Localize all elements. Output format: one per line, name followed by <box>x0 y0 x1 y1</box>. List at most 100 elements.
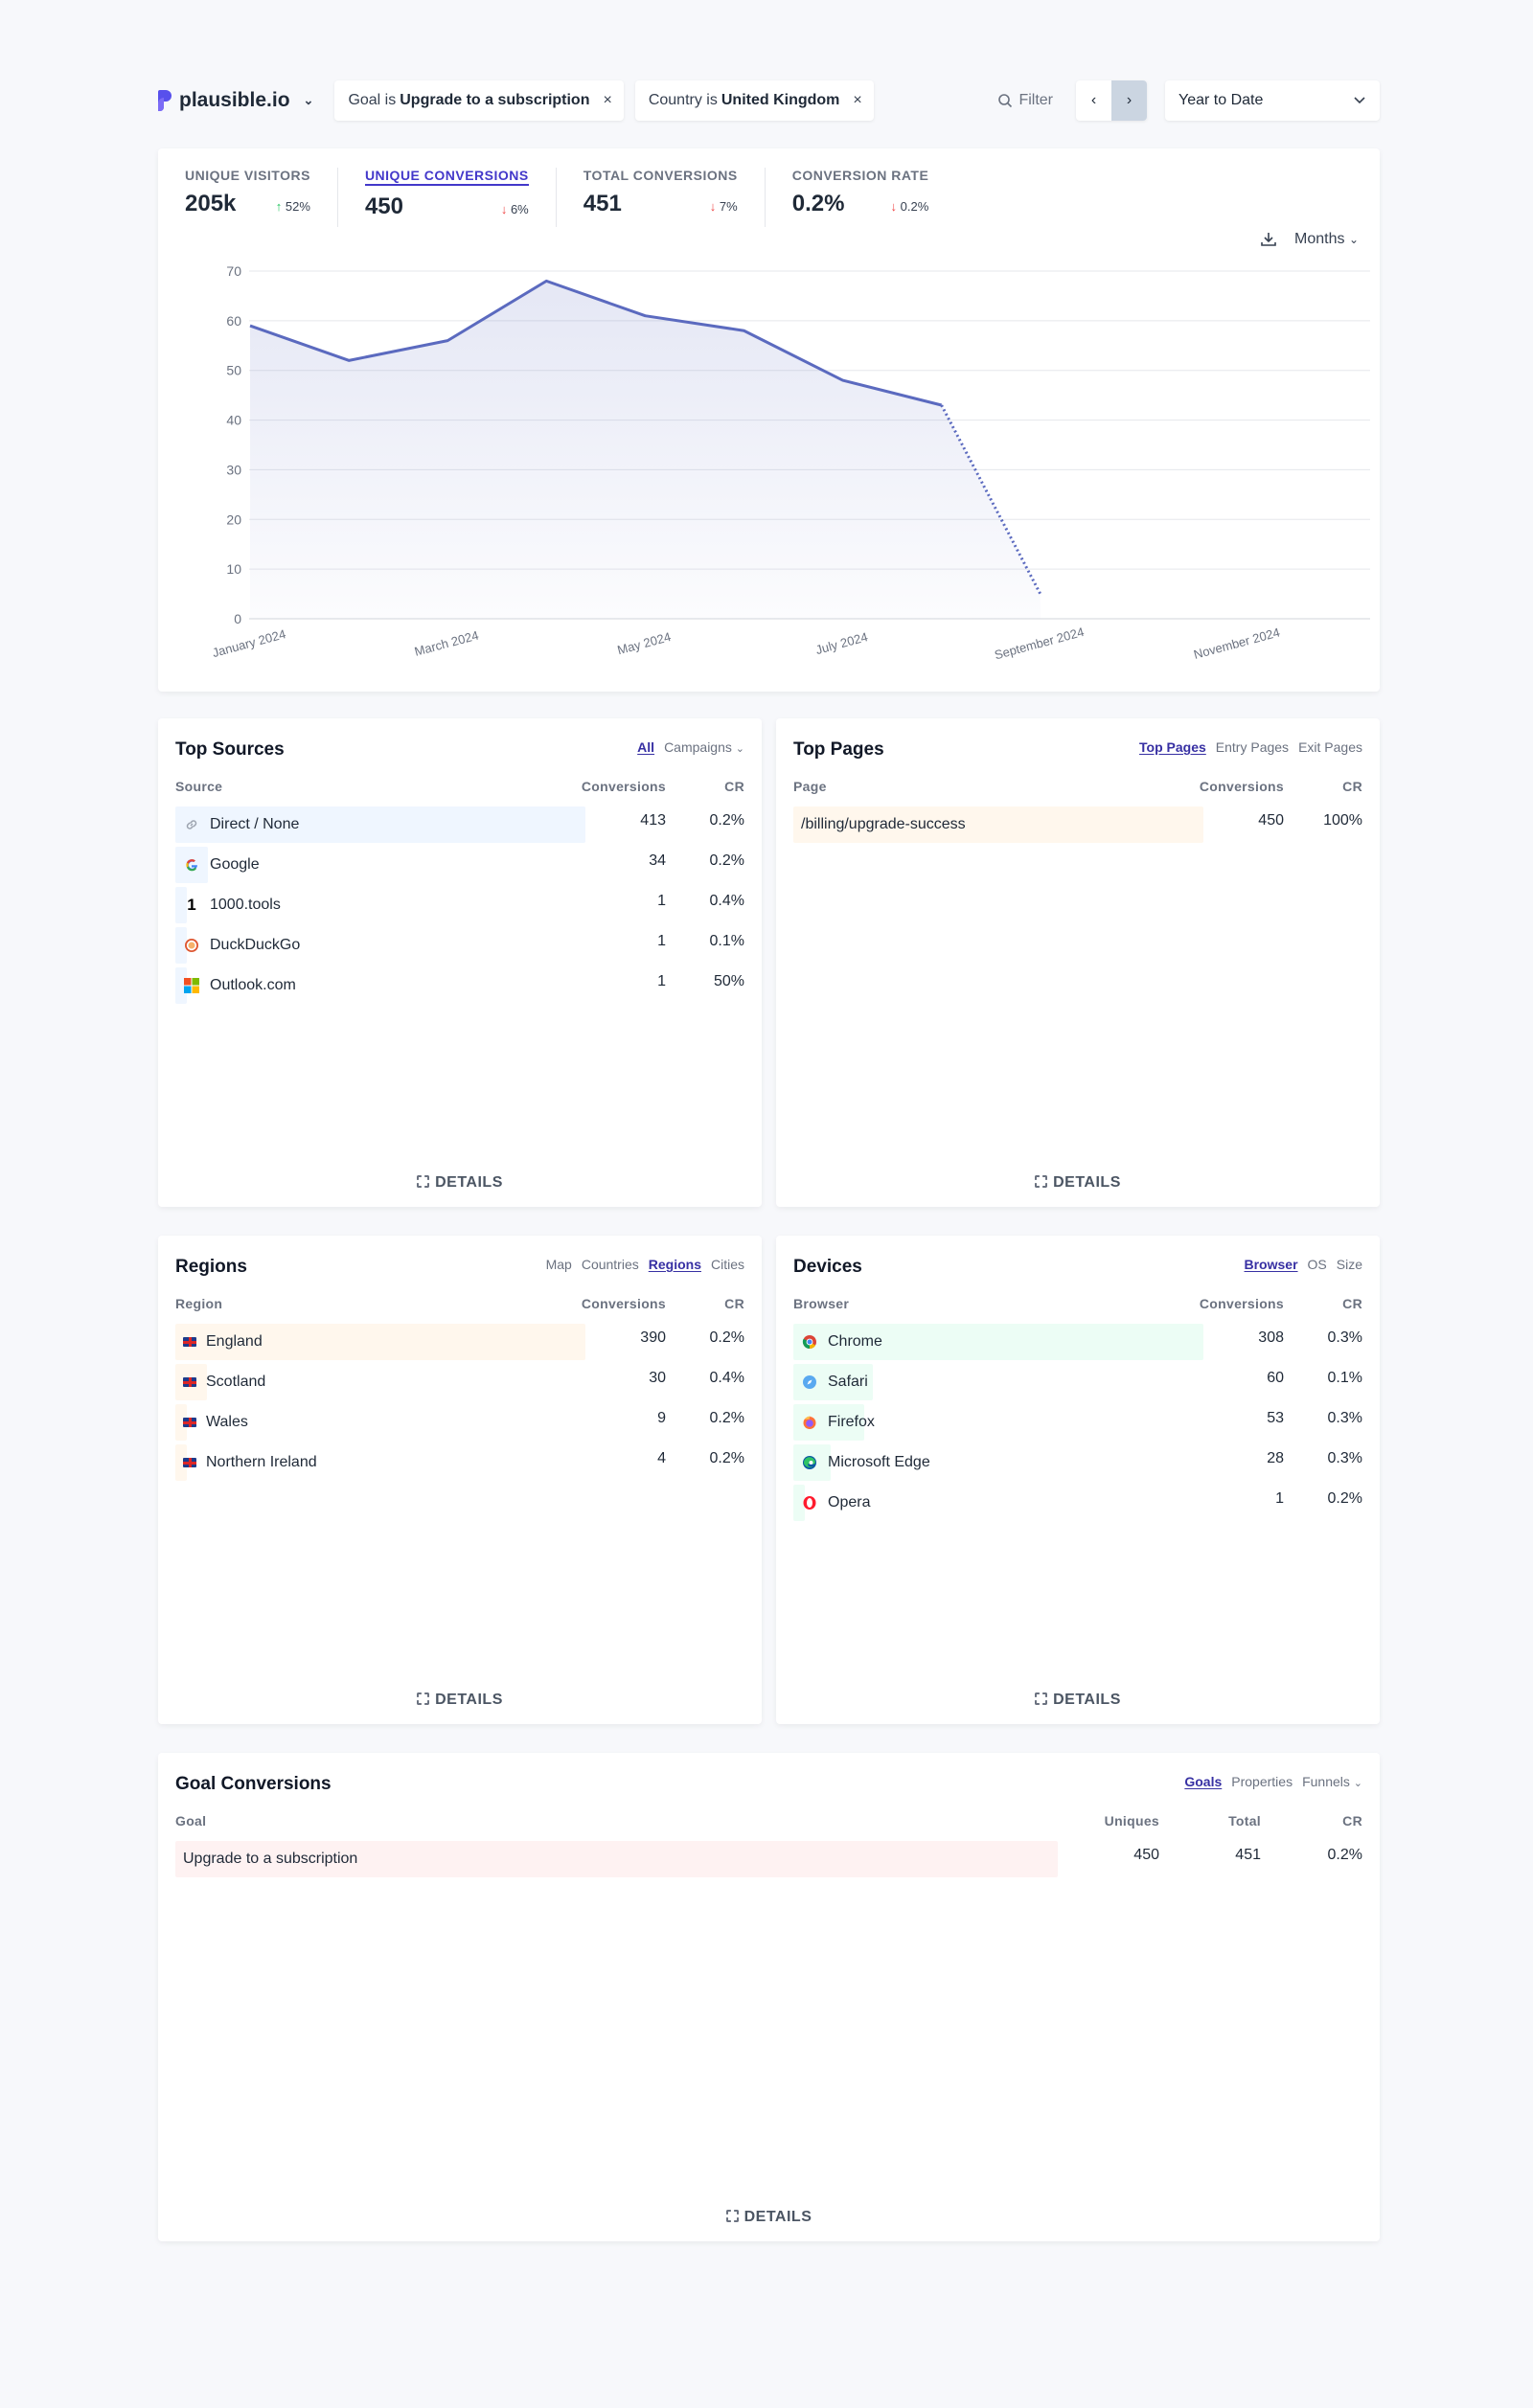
arrow-down-icon: ↓ <box>709 199 717 214</box>
details-button[interactable]: DETAILS <box>776 1174 1380 1192</box>
stat-conversion-rate[interactable]: CONVERSION RATE 0.2% ↓ 0.2% <box>792 168 956 227</box>
tab-all[interactable]: All <box>637 739 654 755</box>
tab-os[interactable]: OS <box>1308 1257 1327 1272</box>
column-header[interactable]: CR <box>666 1296 744 1311</box>
list-item[interactable]: Northern Ireland 4 0.2% <box>175 1443 744 1483</box>
item-name[interactable]: England <box>175 1333 561 1351</box>
list-item[interactable]: /billing/upgrade-success 450 100% <box>793 805 1362 845</box>
item-name[interactable]: Northern Ireland <box>175 1454 561 1471</box>
column-header[interactable]: Conversions <box>1178 1296 1284 1311</box>
close-icon[interactable]: × <box>853 92 861 109</box>
details-button[interactable]: DETAILS <box>158 1174 762 1192</box>
tab-size[interactable]: Size <box>1337 1257 1362 1272</box>
column-header[interactable]: Conversions <box>1178 779 1284 794</box>
column-header[interactable]: CR <box>666 779 744 794</box>
column-header[interactable]: Uniques <box>1064 1813 1159 1829</box>
filter-prefix: Goal is <box>348 92 397 108</box>
filter-button[interactable]: Filter <box>997 92 1053 109</box>
list-item[interactable]: Outlook.com 1 50% <box>175 965 744 1006</box>
item-name[interactable]: Chrome <box>793 1333 1178 1351</box>
list-item[interactable]: Chrome 308 0.3% <box>793 1322 1362 1362</box>
list-item[interactable]: Upgrade to a subscription 450 451 0.2% <box>175 1839 1362 1879</box>
item-label: Microsoft Edge <box>828 1454 930 1470</box>
tab-countries[interactable]: Countries <box>582 1257 639 1272</box>
next-period-button[interactable]: › <box>1111 80 1147 121</box>
details-button[interactable]: DETAILS <box>158 1692 762 1709</box>
item-name[interactable]: DuckDuckGo <box>175 937 561 954</box>
close-icon[interactable]: × <box>603 92 611 109</box>
item-name[interactable]: Direct / None <box>175 816 561 833</box>
tab-properties[interactable]: Properties <box>1231 1774 1293 1789</box>
item-name[interactable]: Firefox <box>793 1414 1178 1431</box>
chevron-down-icon: ⌄ <box>1348 233 1359 246</box>
item-name[interactable]: Google <box>175 856 561 874</box>
maximize-icon <box>417 1175 430 1188</box>
column-header[interactable]: Conversions <box>561 779 666 794</box>
stat-total-conversions[interactable]: TOTAL CONVERSIONS 451 ↓ 7% <box>583 168 766 227</box>
list-item[interactable]: Opera 1 0.2% <box>793 1483 1362 1523</box>
tab-top-pages[interactable]: Top Pages <box>1139 739 1206 755</box>
period-select[interactable]: Year to Date <box>1165 80 1380 121</box>
column-header[interactable]: Conversions <box>561 1296 666 1311</box>
details-button[interactable]: DETAILS <box>776 1692 1380 1709</box>
stat-unique-conversions[interactable]: UNIQUE CONVERSIONS 450 ↓ 6% <box>364 168 557 227</box>
list-item[interactable]: England 390 0.2% <box>175 1322 744 1362</box>
download-icon[interactable] <box>1260 231 1277 248</box>
list-item[interactable]: Direct / None 413 0.2% <box>175 805 744 845</box>
filter-pill-goal[interactable]: Goal is Upgrade to a subscription × <box>334 80 624 121</box>
tab-campaigns[interactable]: Campaigns ⌄ <box>664 739 744 755</box>
opera-icon <box>801 1494 818 1511</box>
filter-pill-country[interactable]: Country is United Kingdom × <box>634 80 874 121</box>
1000tools-icon: 1 <box>187 896 196 914</box>
edge-icon <box>801 1454 818 1471</box>
item-label: Google <box>210 856 260 873</box>
item-name[interactable]: Opera <box>793 1494 1178 1511</box>
item-name[interactable]: Scotland <box>175 1374 561 1391</box>
item-conversions: 60 <box>1267 1370 1284 1386</box>
previous-period-button[interactable]: ‹ <box>1076 80 1111 121</box>
item-name[interactable]: Safari <box>793 1374 1178 1391</box>
column-header[interactable]: CR <box>1284 779 1362 794</box>
list-item[interactable]: Scotland 30 0.4% <box>175 1362 744 1402</box>
tab-browser[interactable]: Browser <box>1245 1257 1298 1272</box>
tab-regions[interactable]: Regions <box>649 1257 701 1272</box>
item-label: Northern Ireland <box>206 1454 317 1470</box>
panel-tabs: Map Countries Regions Cities <box>546 1257 744 1272</box>
stat-unique-visitors[interactable]: UNIQUE VISITORS 205k ↑ 52% <box>185 168 338 227</box>
column-header[interactable]: CR <box>1284 1296 1362 1311</box>
tab-goals[interactable]: Goals <box>1184 1774 1222 1789</box>
list-item[interactable]: DuckDuckGo 1 0.1% <box>175 925 744 965</box>
column-header[interactable]: Total <box>1159 1813 1261 1829</box>
item-name[interactable]: Microsoft Edge <box>793 1454 1178 1471</box>
maximize-icon <box>725 2210 739 2222</box>
table-header: Goal Uniques Total CR <box>175 1813 1362 1829</box>
tab-cities[interactable]: Cities <box>711 1257 744 1272</box>
column-header[interactable]: CR <box>1261 1813 1362 1829</box>
details-button[interactable]: DETAILS <box>158 2209 1380 2226</box>
item-name[interactable]: /billing/upgrade-success <box>793 816 1178 833</box>
site-switcher[interactable]: plausible.io ⌄ <box>158 89 313 112</box>
stat-value: 205k <box>185 191 237 216</box>
item-name[interactable]: Upgrade to a subscription <box>175 1851 1064 1868</box>
chevron-down-icon: ⌄ <box>1353 1778 1362 1789</box>
interval-select[interactable]: Months ⌄ <box>1294 231 1359 248</box>
item-label: /billing/upgrade-success <box>801 816 966 832</box>
tab-entry-pages[interactable]: Entry Pages <box>1216 739 1289 755</box>
list-item[interactable]: Google 34 0.2% <box>175 845 744 885</box>
item-name[interactable]: Outlook.com <box>175 977 561 994</box>
list-item[interactable]: 1 1000.tools 1 0.4% <box>175 885 744 925</box>
microsoft-icon <box>183 977 200 994</box>
tab-funnels[interactable]: Funnels ⌄ <box>1302 1774 1362 1789</box>
duckduckgo-icon <box>183 937 200 954</box>
series-area <box>250 281 1041 619</box>
list-item[interactable]: Microsoft Edge 28 0.3% <box>793 1443 1362 1483</box>
list-item[interactable]: Wales 9 0.2% <box>175 1402 744 1443</box>
tab-map[interactable]: Map <box>546 1257 572 1272</box>
list-item[interactable]: Safari 60 0.1% <box>793 1362 1362 1402</box>
list-item[interactable]: Firefox 53 0.3% <box>793 1402 1362 1443</box>
item-name[interactable]: Wales <box>175 1414 561 1431</box>
tab-exit-pages[interactable]: Exit Pages <box>1298 739 1362 755</box>
top-stats: UNIQUE VISITORS 205k ↑ 52% UNIQUE CONVERS… <box>185 168 982 227</box>
item-name[interactable]: 1 1000.tools <box>175 896 561 914</box>
arrow-down-icon: ↓ <box>890 199 898 214</box>
